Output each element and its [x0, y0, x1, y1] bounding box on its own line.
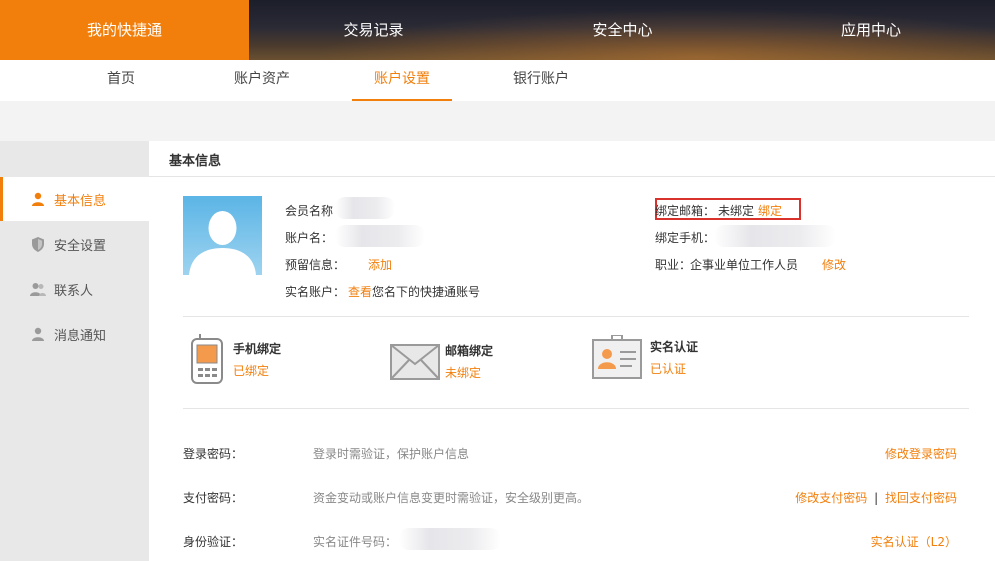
account-name-label: 账户名： [285, 231, 334, 245]
topnav-transactions[interactable]: 交易记录 [249, 0, 498, 60]
person-icon [30, 191, 46, 207]
pay-password-label: 支付密码： [183, 491, 244, 505]
job-label: 职业： [655, 258, 692, 272]
job-edit-link[interactable]: 修改 [822, 256, 846, 273]
avatar [183, 196, 262, 275]
mobile-phone-icon [191, 334, 223, 384]
sidebar: 基本信息 安全设置 联系人 消息通知 [0, 141, 149, 561]
phone-binding-title: 手机绑定 [233, 341, 282, 356]
sidebar-item-security[interactable]: 安全设置 [0, 222, 149, 266]
login-password-desc: 登录时需验证，保护账户信息 [313, 447, 470, 461]
email-binding: 邮箱绑定 未绑定 [390, 342, 493, 381]
sidebar-item-label: 安全设置 [54, 238, 107, 254]
top-nav: 我的快捷通 交易记录 安全中心 应用中心 [0, 0, 995, 60]
realname-auth-l2-link[interactable]: 实名认证（L2） [871, 533, 957, 550]
phone-label: 绑定手机： [655, 231, 716, 245]
change-pay-password-link[interactable]: 修改支付密码 [795, 491, 867, 505]
id-card-icon [592, 335, 642, 379]
realname-verification-title: 实名认证 [650, 339, 699, 354]
identity-verification-label: 身份验证： [183, 535, 244, 549]
id-number-label: 实名证件号码： [313, 535, 398, 549]
realname-text: 您名下的快捷通账号 [372, 285, 481, 299]
tab-account-assets[interactable]: 账户资产 [219, 60, 305, 99]
email-binding-status: 未绑定 [445, 366, 482, 380]
contacts-icon [30, 281, 46, 297]
person-icon [30, 326, 46, 342]
job-value: 企事业单位工作人员 [690, 258, 799, 272]
realname-view-link[interactable]: 查看 [348, 283, 372, 300]
realname-label: 实名账户： [285, 285, 346, 299]
tab-account-settings[interactable]: 账户设置 [352, 60, 452, 101]
pay-password-actions: 修改支付密码 | 找回支付密码 [795, 489, 957, 506]
sub-nav: 首页 账户资产 账户设置 银行账户 [0, 60, 995, 102]
change-login-password-link[interactable]: 修改登录密码 [885, 445, 957, 462]
sidebar-item-label: 基本信息 [54, 193, 107, 209]
sidebar-item-contacts[interactable]: 联系人 [0, 267, 149, 311]
phone-binding-status: 已绑定 [233, 363, 270, 378]
id-number-value-redacted [399, 528, 501, 550]
default-avatar-icon [189, 211, 256, 275]
sidebar-item-basic-info[interactable]: 基本信息 [0, 177, 149, 221]
realname-verification-status: 已认证 [650, 361, 687, 376]
main-content: 基本信息 会员名称 账户名： 预留信息： 添加 实名账户： 查看 您名下的快捷通… [149, 141, 995, 561]
sidebar-item-label: 联系人 [54, 283, 94, 299]
recover-pay-password-link[interactable]: 找回支付密码 [885, 491, 957, 505]
reserved-info-label: 预留信息： [285, 258, 346, 272]
phone-value-redacted [714, 225, 836, 247]
email-label: 绑定邮箱： [655, 204, 716, 218]
account-name-value-redacted [335, 225, 425, 247]
email-status: 未绑定 [718, 204, 755, 218]
member-name-label: 会员名称 [285, 204, 334, 218]
email-bind-link[interactable]: 绑定 [758, 202, 782, 219]
phone-binding: 手机绑定 已绑定 [191, 334, 281, 384]
login-password-label: 登录密码： [183, 447, 244, 461]
spacer-bar [0, 101, 995, 142]
section-title: 基本信息 [169, 154, 222, 169]
tab-bank-account[interactable]: 银行账户 [498, 60, 584, 99]
reserved-info-add-link[interactable]: 添加 [368, 256, 392, 273]
topnav-app-center[interactable]: 应用中心 [747, 0, 995, 60]
divider [183, 316, 969, 317]
email-binding-title: 邮箱绑定 [445, 344, 494, 358]
envelope-icon [390, 343, 440, 380]
sidebar-item-label: 消息通知 [54, 328, 107, 344]
section-header: 基本信息 [149, 141, 995, 177]
action-separator: | [874, 491, 879, 505]
member-name-value-redacted [335, 197, 395, 219]
topnav-security-center[interactable]: 安全中心 [498, 0, 747, 60]
topnav-my-kjt[interactable]: 我的快捷通 [0, 0, 249, 60]
divider [183, 408, 969, 409]
sidebar-item-notifications[interactable]: 消息通知 [0, 312, 149, 356]
realname-verification: 实名认证 已认证 [592, 335, 698, 379]
pay-password-desc: 资金变动或账户信息变更时需验证，安全级别更高。 [313, 491, 590, 505]
tab-home[interactable]: 首页 [92, 60, 150, 99]
shield-icon [30, 236, 46, 252]
